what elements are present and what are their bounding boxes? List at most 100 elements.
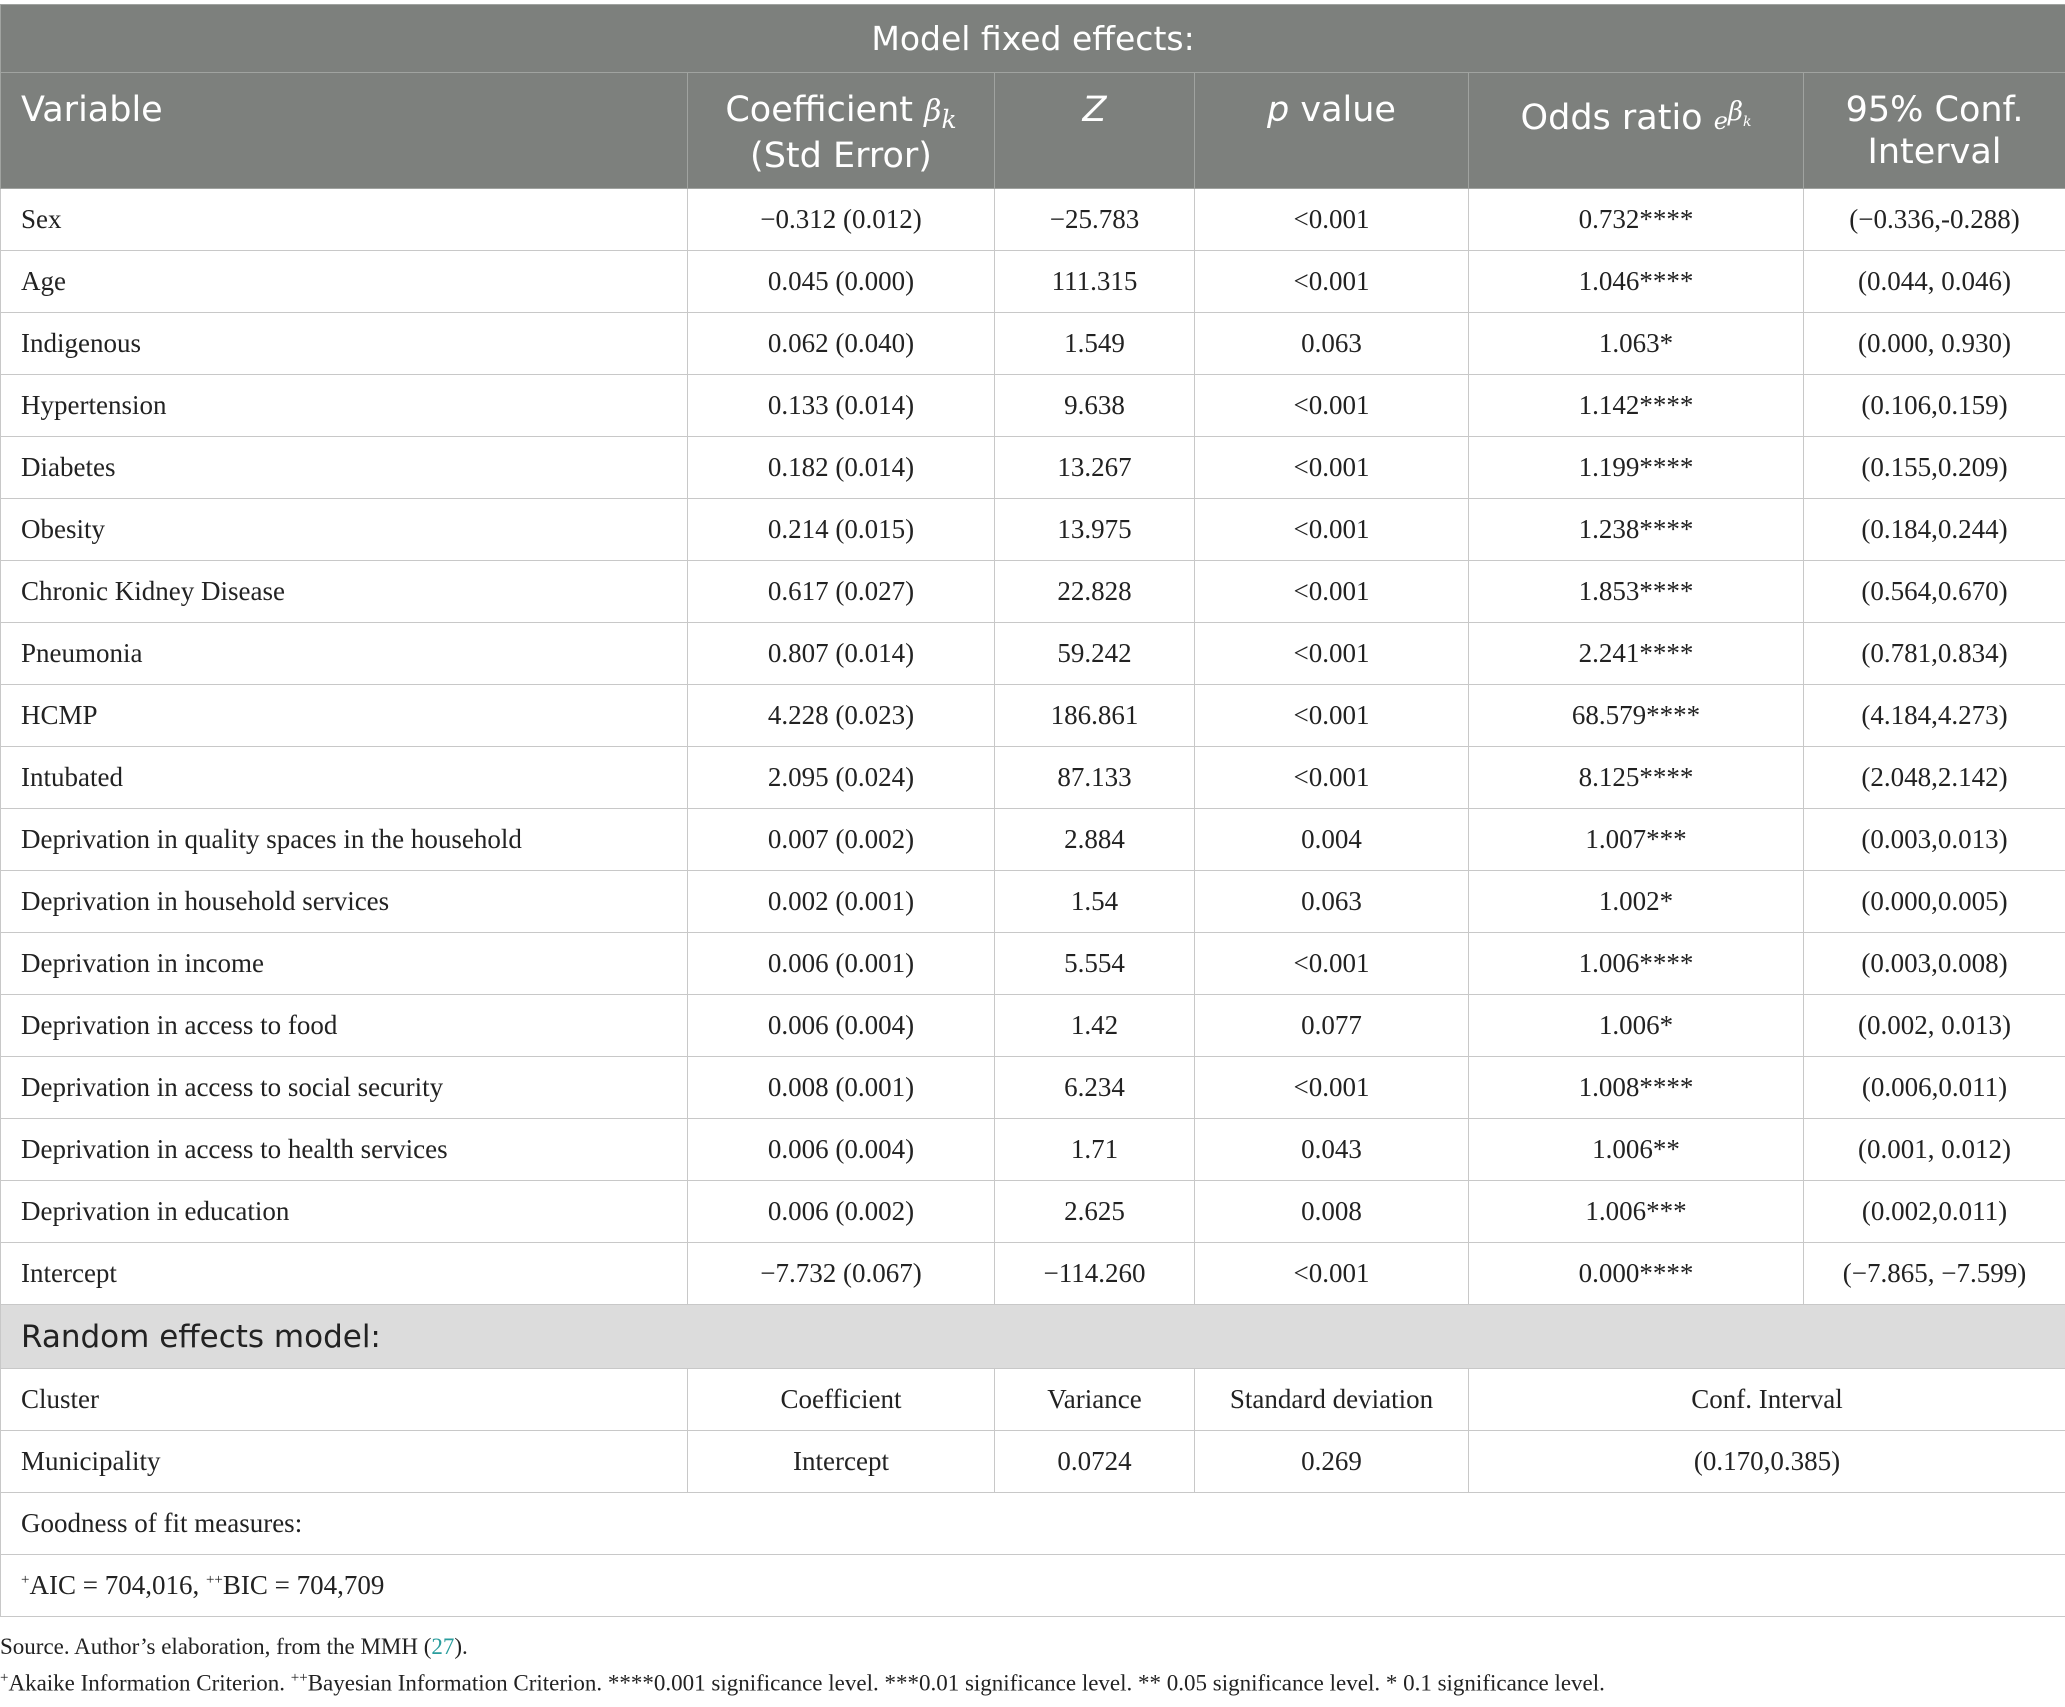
table-row: Hypertension 0.133 (0.014) 9.638 <0.001 1.14… — [0, 374, 2065, 437]
random-cell-ci: (0.170,0.385) — [1467, 1430, 2065, 1493]
cell-variable: Deprivation in access to food — [0, 994, 688, 1057]
reference-link[interactable]: 27 — [431, 1634, 454, 1659]
header-row: Variable Coefficient βk (Std Error) Z p … — [0, 72, 2065, 189]
cell-coefficient: 0.214 (0.015) — [687, 498, 995, 561]
cell-odds-ratio: 1.007*** — [1468, 808, 1804, 871]
cell-p-value: 0.063 — [1194, 312, 1469, 375]
table-row: Pneumonia 0.807 (0.014) 59.242 <0.001 2.241*… — [0, 622, 2065, 685]
cell-confidence-interval: (2.048,2.142) — [1802, 746, 2065, 809]
header-odds-ratio: Odds ratio eβk — [1468, 72, 1804, 189]
table-title: Model fixed effects: — [0, 4, 2065, 73]
cell-p-value: <0.001 — [1194, 932, 1469, 995]
cell-odds-ratio: 1.046**** — [1468, 250, 1804, 313]
cell-p-value: <0.001 — [1194, 622, 1469, 685]
cell-variable: Deprivation in quality spaces in the hou… — [0, 808, 688, 871]
cell-p-value: <0.001 — [1194, 436, 1469, 499]
cell-p-value: 0.063 — [1194, 870, 1469, 933]
cell-p-value: <0.001 — [1194, 188, 1469, 251]
cell-variable: Intercept — [0, 1242, 688, 1305]
random-effects-title: Random effects model: — [0, 1304, 2065, 1369]
cell-confidence-interval: (0.000, 0.930) — [1802, 312, 2065, 375]
cell-coefficient: 0.617 (0.027) — [687, 560, 995, 623]
cell-p-value: <0.001 — [1194, 684, 1469, 747]
table-row: Indigenous 0.062 (0.040) 1.549 0.063 1.063*(… — [0, 312, 2065, 375]
cell-variable: Pneumonia — [0, 622, 688, 685]
cell-z: 2.884 — [994, 808, 1195, 871]
cell-z: 1.54 — [994, 870, 1195, 933]
cell-variable: Deprivation in education — [0, 1180, 688, 1243]
results-table-container: Model fixed effects: Variable Coefficien… — [0, 4, 2065, 1617]
random-header-coefficient: Coefficient — [687, 1368, 995, 1431]
aic-value: AIC = 704,016, — [29, 1570, 206, 1600]
cell-variable: Obesity — [0, 498, 688, 561]
fit-label-row: Goodness of fit measures: — [0, 1492, 2065, 1555]
random-cell-sd: 0.269 — [1194, 1430, 1469, 1493]
cell-p-value: <0.001 — [1194, 374, 1469, 437]
table-row: Deprivation in access to social security… — [0, 1056, 2065, 1119]
random-effects-title-row: Random effects model: — [0, 1304, 2065, 1369]
table-row: Intercept −7.732 (0.067) −114.260 <0.001 0.0… — [0, 1242, 2065, 1305]
cell-odds-ratio: 1.008**** — [1468, 1056, 1804, 1119]
cell-p-value: <0.001 — [1194, 498, 1469, 561]
table-row: Intubated 2.095 (0.024) 87.133 <0.001 8.125*… — [0, 746, 2065, 809]
cell-confidence-interval: (0.044, 0.046) — [1802, 250, 2065, 313]
cell-z: 59.242 — [994, 622, 1195, 685]
results-table: Model fixed effects: Variable Coefficien… — [0, 4, 2065, 1617]
cell-z: −25.783 — [994, 188, 1195, 251]
table-row: Deprivation in access to food 0.006 (0.00… — [0, 994, 2065, 1057]
table-row: Sex −0.312 (0.012) −25.783 <0.001 0.732****(… — [0, 188, 2065, 251]
cell-confidence-interval: (0.000,0.005) — [1802, 870, 2065, 933]
beta-k-symbol: βk — [924, 94, 957, 134]
cell-p-value: 0.004 — [1194, 808, 1469, 871]
cell-coefficient: 0.062 (0.040) — [687, 312, 995, 375]
cell-variable: Sex — [0, 188, 688, 251]
cell-variable: Deprivation in access to social security — [0, 1056, 688, 1119]
cell-coefficient: 0.807 (0.014) — [687, 622, 995, 685]
table-row: Age 0.045 (0.000) 111.315 <0.001 1.046**** (0… — [0, 250, 2065, 313]
cell-p-value: <0.001 — [1194, 250, 1469, 313]
cell-confidence-interval: (0.002,0.011) — [1802, 1180, 2065, 1243]
bic-value: BIC = 704,709 — [222, 1570, 385, 1600]
cell-confidence-interval: (−7.865, −7.599) — [1802, 1242, 2065, 1305]
cell-p-value: <0.001 — [1194, 560, 1469, 623]
table-row: Deprivation in income 0.006 (0.001) 5.554 <… — [0, 932, 2065, 995]
cell-odds-ratio: 1.199**** — [1468, 436, 1804, 499]
cell-odds-ratio: 0.000**** — [1468, 1242, 1804, 1305]
cell-odds-ratio: 2.241**** — [1468, 622, 1804, 685]
cell-confidence-interval: (4.184,4.273) — [1802, 684, 2065, 747]
random-effects-header-row: Cluster Coefficient Variance Standard devia… — [0, 1368, 2065, 1431]
fit-values-row: +AIC = 704,016, ++BIC = 704,709 — [0, 1554, 2065, 1617]
cell-coefficient: 0.006 (0.002) — [687, 1180, 995, 1243]
cell-variable: Age — [0, 250, 688, 313]
header-z: Z — [994, 72, 1195, 189]
cell-z: −114.260 — [994, 1242, 1195, 1305]
cell-odds-ratio: 1.006** — [1468, 1118, 1804, 1181]
table-title-row: Model fixed effects: — [0, 4, 2065, 73]
cell-odds-ratio: 1.853**** — [1468, 560, 1804, 623]
random-header-ci: Conf. Interval — [1467, 1368, 2065, 1431]
cell-z: 5.554 — [994, 932, 1195, 995]
cell-odds-ratio: 1.002* — [1468, 870, 1804, 933]
cell-odds-ratio: 1.238**** — [1468, 498, 1804, 561]
cell-coefficient: 0.133 (0.014) — [687, 374, 995, 437]
cell-z: 1.549 — [994, 312, 1195, 375]
table-row: Deprivation in education 0.006 (0.002) 2.6… — [0, 1180, 2065, 1243]
table-row: Obesity 0.214 (0.015) 13.975 <0.001 1.238***… — [0, 498, 2065, 561]
cell-z: 87.133 — [994, 746, 1195, 809]
cell-confidence-interval: (0.006,0.011) — [1802, 1056, 2065, 1119]
table-row: HCMP 4.228 (0.023) 186.861 <0.001 68.579****… — [0, 684, 2065, 747]
cell-coefficient: 0.006 (0.004) — [687, 1118, 995, 1181]
cell-z: 13.975 — [994, 498, 1195, 561]
cell-coefficient: 0.008 (0.001) — [687, 1056, 995, 1119]
cell-confidence-interval: (0.002, 0.013) — [1802, 994, 2065, 1057]
cell-coefficient: −0.312 (0.012) — [687, 188, 995, 251]
cell-confidence-interval: (0.003,0.013) — [1802, 808, 2065, 871]
cell-coefficient: 0.006 (0.001) — [687, 932, 995, 995]
cell-confidence-interval: (−0.336,-0.288) — [1802, 188, 2065, 251]
cell-variable: HCMP — [0, 684, 688, 747]
header-confidence-interval: 95% Conf. Interval — [1802, 72, 2065, 189]
cell-z: 9.638 — [994, 374, 1195, 437]
cell-confidence-interval: (0.003,0.008) — [1802, 932, 2065, 995]
cell-confidence-interval: (0.564,0.670) — [1802, 560, 2065, 623]
cell-variable: Deprivation in income — [0, 932, 688, 995]
